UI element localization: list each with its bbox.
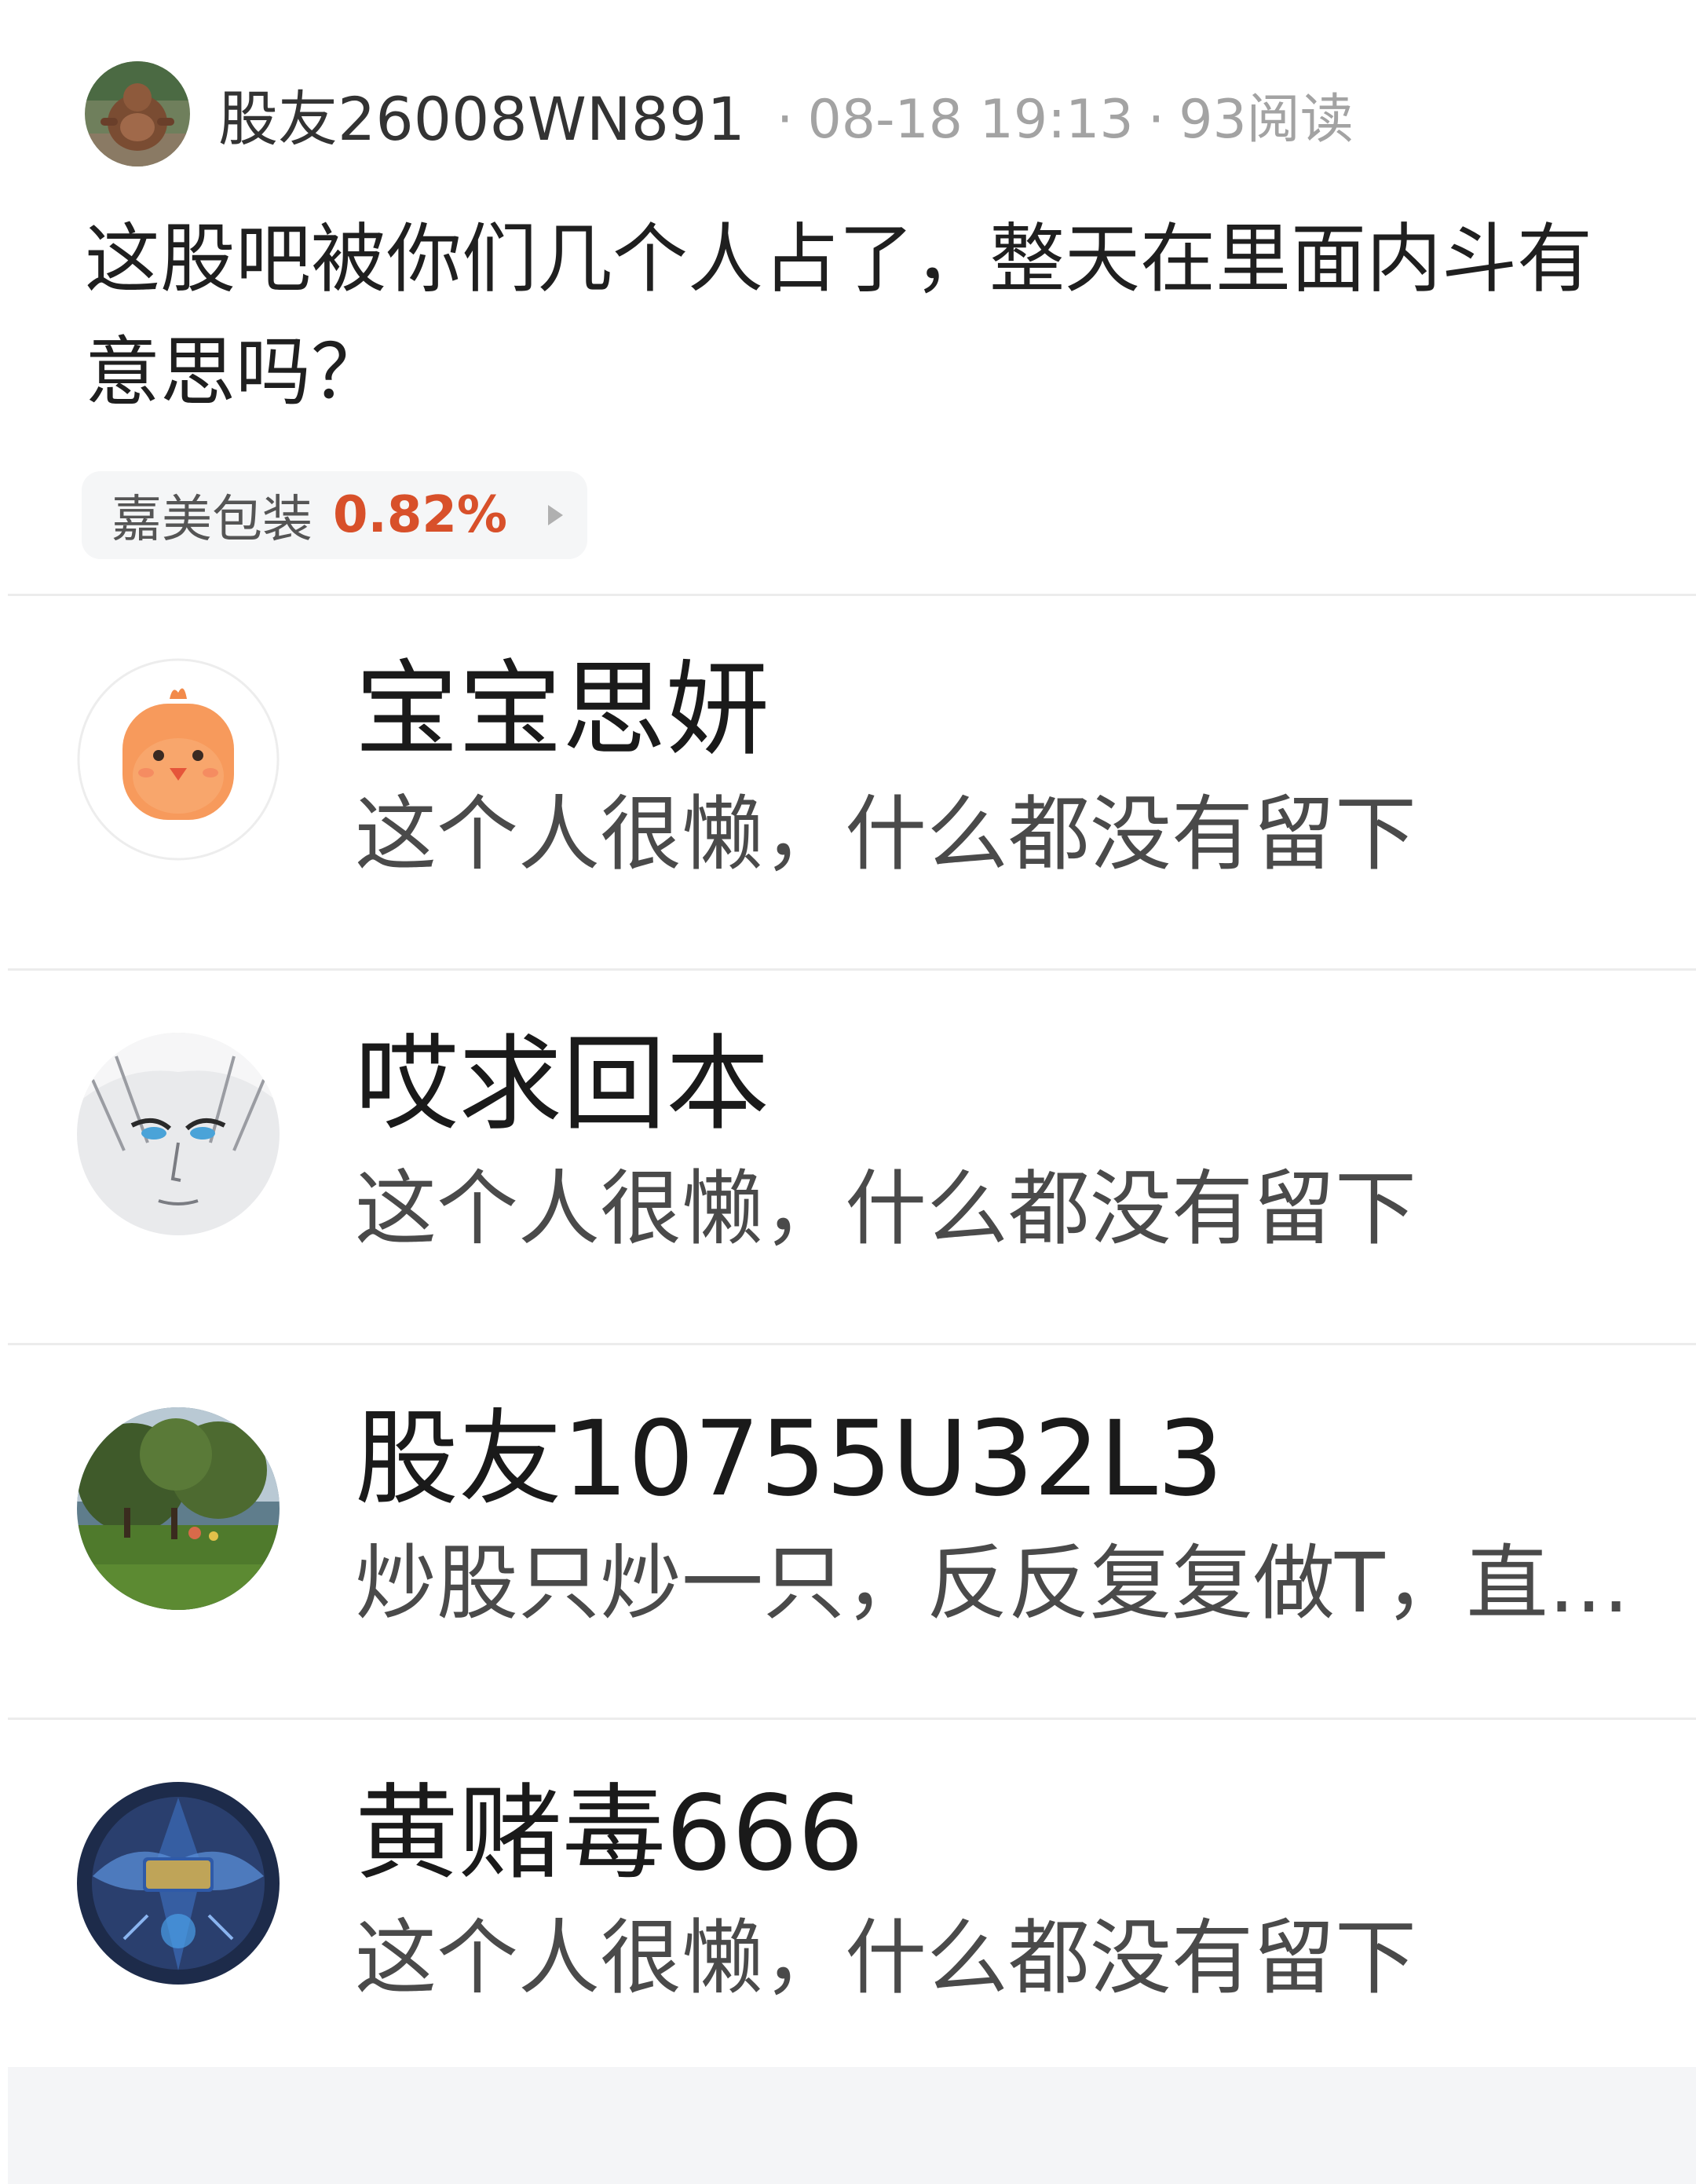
- user-bio: 这个人很懒，什么都没有留下: [355, 1910, 1417, 2006]
- user-bio: 这个人很懒，什么都没有留下: [355, 786, 1417, 882]
- author-name[interactable]: 股友26008WN891: [218, 71, 745, 157]
- chevron-right-icon: [548, 505, 564, 525]
- stock-change: 0.82%: [333, 486, 508, 544]
- user-name: 宝宝思妍: [355, 649, 769, 770]
- footer-spacer: [8, 2067, 1696, 2184]
- avatar[interactable]: [77, 1782, 280, 1985]
- author-avatar[interactable]: [85, 61, 190, 166]
- avatar[interactable]: [77, 1033, 280, 1235]
- meta-separator: ·: [776, 88, 794, 151]
- anime-face-icon: [77, 1033, 280, 1235]
- stock-tag[interactable]: 嘉美包装 0.82%: [82, 471, 587, 559]
- user-bio: 这个人很懒，什么都没有留下: [355, 1161, 1417, 1257]
- post-date: 08-18 19:13: [807, 88, 1134, 151]
- stock-name: 嘉美包装: [111, 491, 313, 549]
- user-bio: 炒股只炒一只，反反复复做T，直…: [355, 1535, 1630, 1631]
- orange-chick-icon: [77, 658, 280, 861]
- post-meta: · 08-18 19:13 · 93阅读: [762, 75, 1354, 153]
- post-content: 这股吧被你们几个人占了，整天在里面内斗有意思吗？: [85, 215, 1592, 416]
- list-item[interactable]: 股友10755U32L3 炒股只炒一只，反反复复做T，直…: [0, 1345, 1696, 1720]
- avatar[interactable]: [77, 658, 280, 861]
- author-row: 股友26008WN891 · 08-18 19:13 · 93阅读: [85, 61, 1354, 166]
- user-name: 股友10755U32L3: [355, 1399, 1224, 1520]
- avatar[interactable]: [77, 1407, 280, 1610]
- post-card: 股友26008WN891 · 08-18 19:13 · 93阅读 这股吧被你们几个人…: [0, 0, 1696, 594]
- read-count: 93阅读: [1179, 88, 1354, 151]
- game-victory-icon: [77, 1782, 280, 1985]
- park-photo-icon: [77, 1407, 280, 1610]
- list-item[interactable]: 宝宝思妍 这个人很懒，什么都没有留下: [0, 596, 1696, 971]
- statue-photo-icon: [85, 61, 190, 166]
- list-item[interactable]: 哎求回本 这个人很懒，什么都没有留下: [0, 971, 1696, 1345]
- user-list: 宝宝思妍 这个人很懒，什么都没有留下 哎求回本 这个人很懒，什么都没有留下 股友…: [0, 596, 1696, 2094]
- meta-separator: ·: [1147, 88, 1165, 151]
- list-item[interactable]: 黄赌毒666 这个人很懒，什么都没有留下: [0, 1720, 1696, 2094]
- user-name: 哎求回本: [355, 1024, 769, 1145]
- user-name: 黄赌毒666: [355, 1773, 864, 1894]
